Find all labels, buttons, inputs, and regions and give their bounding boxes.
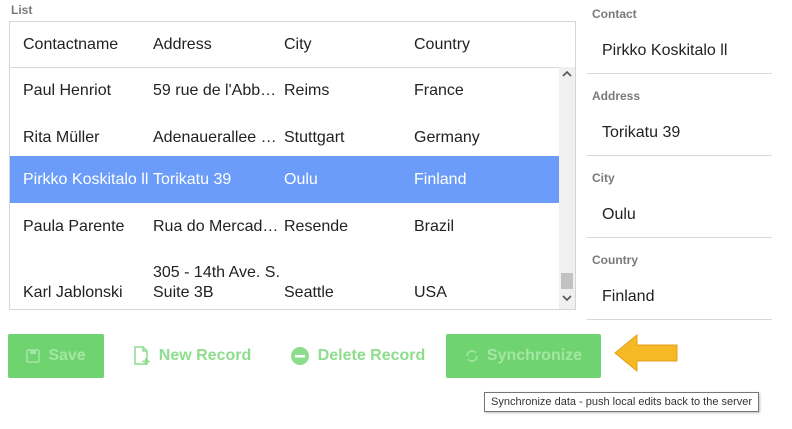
city-label: City bbox=[592, 171, 615, 185]
synchronize-button[interactable]: Synchronize bbox=[446, 334, 601, 378]
save-button[interactable]: Save bbox=[8, 334, 104, 378]
grid-header: Contactname Address City Country bbox=[10, 22, 575, 68]
table-row[interactable]: Paula Parente Rua do Mercado, 12 Resende… bbox=[10, 203, 559, 250]
contact-label: Contact bbox=[592, 7, 637, 21]
scroll-up-icon[interactable] bbox=[559, 68, 575, 84]
divider bbox=[587, 319, 772, 320]
table-row[interactable]: Paul Henriot 59 rue de l'Abbaye Reims Fr… bbox=[10, 67, 559, 114]
column-header-country[interactable]: Country bbox=[414, 36, 544, 54]
cell-contactname: Karl Jablonski bbox=[23, 284, 123, 301]
synchronize-label: Synchronize bbox=[486, 347, 583, 364]
scroll-down-icon[interactable] bbox=[559, 292, 575, 308]
contact-field[interactable]: Pirkko Koskitalo ll bbox=[602, 42, 727, 60]
cell-address: Adenauerallee 900 bbox=[153, 128, 279, 146]
table-row[interactable]: Rita Müller Adenauerallee 900 Stuttgart … bbox=[10, 114, 559, 161]
cell-city: Seattle bbox=[284, 284, 334, 301]
sync-icon bbox=[465, 349, 479, 363]
cell-city: Stuttgart bbox=[284, 128, 345, 146]
cell-country: France bbox=[414, 81, 464, 99]
cell-contactname: Rita Müller bbox=[23, 128, 100, 146]
arrow-left-icon bbox=[613, 333, 681, 378]
column-header-contactname[interactable]: Contactname bbox=[23, 36, 153, 54]
country-field[interactable]: Finland bbox=[602, 288, 654, 306]
cell-city: Oulu bbox=[284, 170, 318, 188]
cell-address: Torikatu 39 bbox=[153, 170, 232, 188]
new-record-button[interactable]: New Record bbox=[127, 334, 257, 378]
cell-country: Brazil bbox=[414, 217, 455, 235]
cell-country: Finland bbox=[414, 170, 467, 188]
delete-record-label: Delete Record bbox=[317, 347, 426, 364]
new-record-label: New Record bbox=[158, 347, 252, 364]
save-icon bbox=[26, 349, 41, 363]
new-document-icon bbox=[133, 346, 151, 366]
tooltip: Synchronize data - push local edits back… bbox=[484, 392, 760, 412]
cell-address: Rua do Mercado, 12 bbox=[153, 217, 279, 235]
cell-contactname: Paul Henriot bbox=[23, 81, 112, 99]
delete-record-button[interactable]: Delete Record bbox=[285, 334, 430, 378]
country-label: Country bbox=[592, 253, 638, 267]
city-field[interactable]: Oulu bbox=[602, 206, 636, 224]
divider bbox=[587, 237, 772, 238]
cell-country: USA bbox=[414, 284, 447, 301]
cell-address: 59 rue de l'Abbaye bbox=[153, 81, 279, 99]
divider bbox=[587, 155, 772, 156]
column-header-city[interactable]: City bbox=[284, 36, 410, 54]
address-field[interactable]: Torikatu 39 bbox=[602, 124, 680, 142]
cell-contactname: Paula Parente bbox=[23, 217, 125, 235]
cell-contactname: Pirkko Koskitalo ll bbox=[23, 170, 149, 188]
address-label: Address bbox=[592, 89, 641, 103]
cell-city: Reims bbox=[284, 81, 330, 99]
table-row[interactable]: Karl Jablonski 305 - 14th Ave. S. Suite … bbox=[10, 250, 559, 309]
minus-circle-icon bbox=[290, 346, 310, 366]
cell-address: 305 - 14th Ave. S. Suite 3B bbox=[153, 264, 280, 301]
save-button-label: Save bbox=[48, 347, 86, 364]
contacts-grid[interactable]: Contactname Address City Country Paul He… bbox=[9, 21, 576, 310]
divider bbox=[587, 73, 772, 74]
column-header-address[interactable]: Address bbox=[153, 36, 279, 54]
list-label: List bbox=[11, 3, 33, 17]
vertical-scrollbar[interactable] bbox=[559, 67, 575, 309]
scroll-thumb[interactable] bbox=[561, 273, 573, 289]
cell-city: Resende bbox=[284, 217, 349, 235]
cell-country: Germany bbox=[414, 128, 480, 146]
table-row-selected[interactable]: Pirkko Koskitalo ll Torikatu 39 Oulu Fin… bbox=[10, 156, 559, 203]
